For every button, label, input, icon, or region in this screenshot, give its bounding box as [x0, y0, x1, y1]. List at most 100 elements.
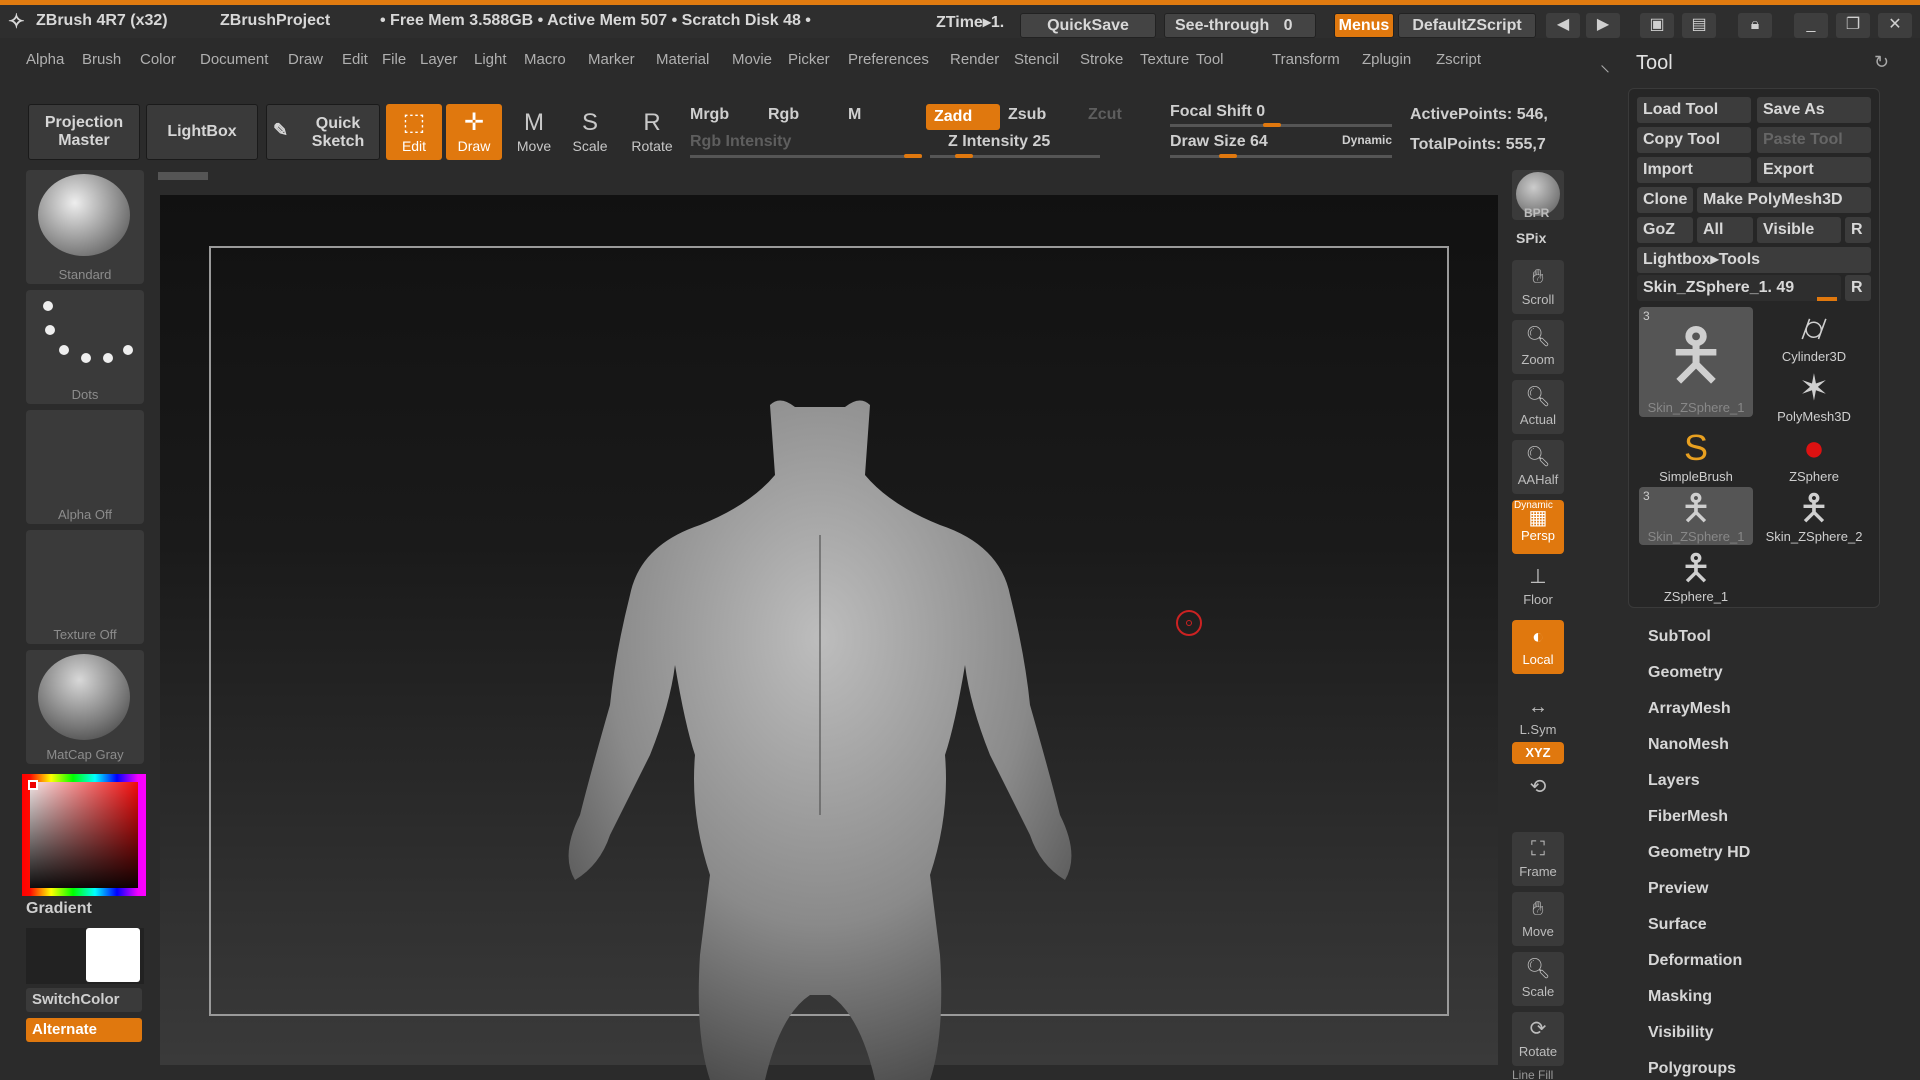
- sculpt-model[interactable]: [560, 395, 1080, 1080]
- layout-1-icon[interactable]: ▣: [1640, 13, 1674, 38]
- menu-draw[interactable]: Draw: [288, 51, 323, 68]
- spix-label[interactable]: SPix: [1516, 230, 1546, 246]
- section-masking[interactable]: Masking: [1648, 988, 1712, 1006]
- export-button[interactable]: Export: [1757, 157, 1871, 183]
- quick-sketch-button[interactable]: ✎ Quick Sketch: [266, 104, 380, 160]
- focal-shift-slider[interactable]: [1170, 124, 1392, 127]
- tool-r-button[interactable]: R: [1845, 275, 1871, 301]
- import-button[interactable]: Import: [1637, 157, 1751, 183]
- rgb-toggle[interactable]: Rgb: [768, 106, 799, 124]
- section-subtool[interactable]: SubTool: [1648, 628, 1711, 646]
- zsub-button[interactable]: Zsub: [1008, 106, 1046, 124]
- menu-color[interactable]: Color: [140, 51, 176, 68]
- menu-texture[interactable]: Texture: [1140, 51, 1189, 68]
- close-icon[interactable]: ✕: [1878, 13, 1912, 38]
- menu-zplugin[interactable]: Zplugin: [1362, 51, 1411, 68]
- tool-thumb[interactable]: S SimpleBrush: [1639, 427, 1753, 485]
- menus-button[interactable]: Menus: [1334, 13, 1394, 38]
- save-as-button[interactable]: Save As: [1757, 97, 1871, 123]
- tool-thumb[interactable]: ✶ PolyMesh3D: [1757, 367, 1871, 425]
- goz-visible-button[interactable]: Visible: [1757, 217, 1841, 243]
- m-toggle[interactable]: M: [848, 106, 861, 124]
- tool-thumb[interactable]: 3 🯅︎ Skin_ZSphere_1: [1639, 487, 1753, 545]
- floor-button[interactable]: ⊥ Floor: [1512, 560, 1564, 614]
- tool-thumb[interactable]: 🯅︎ Skin_ZSphere_2: [1757, 487, 1871, 545]
- menu-material[interactable]: Material: [656, 51, 709, 68]
- line-fill-label[interactable]: Line Fill: [1512, 1068, 1553, 1080]
- see-through-slider[interactable]: See-through 0: [1164, 13, 1316, 38]
- current-tool-slider[interactable]: Skin_ZSphere_1. 49: [1637, 275, 1841, 301]
- maximize-icon[interactable]: ❐: [1836, 13, 1870, 38]
- tool-thumb[interactable]: ● ZSphere: [1757, 427, 1871, 485]
- rotate-axis-buttons[interactable]: ⟲: [1512, 770, 1564, 820]
- dynamic-toggle[interactable]: Dynamic: [1342, 133, 1392, 147]
- refresh-icon[interactable]: ↻: [1874, 52, 1889, 73]
- section-arraymesh[interactable]: ArrayMesh: [1648, 700, 1731, 718]
- section-deformation[interactable]: Deformation: [1648, 952, 1742, 970]
- lightbox-button[interactable]: LightBox: [146, 104, 258, 160]
- menu-file[interactable]: File: [382, 51, 406, 68]
- switch-color-button[interactable]: SwitchColor: [26, 988, 142, 1012]
- clone-button[interactable]: Clone: [1637, 187, 1693, 213]
- frame-button[interactable]: ⛶ Frame: [1512, 832, 1564, 886]
- move-view-button[interactable]: ✋︎ Move: [1512, 892, 1564, 946]
- texture-picker[interactable]: Texture Off: [26, 530, 144, 644]
- section-layers[interactable]: Layers: [1648, 772, 1700, 790]
- draw-size-slider[interactable]: [1170, 155, 1392, 158]
- copy-tool-button[interactable]: Copy Tool: [1637, 127, 1751, 153]
- brush-picker[interactable]: Standard: [26, 170, 144, 284]
- menu-stroke[interactable]: Stroke: [1080, 51, 1123, 68]
- xyz-button[interactable]: XYZ: [1512, 742, 1564, 764]
- scroll-button[interactable]: ✋︎ Scroll: [1512, 260, 1564, 314]
- secondary-color-swatch[interactable]: [86, 928, 140, 982]
- lightbox-tools-button[interactable]: Lightbox▸Tools: [1637, 247, 1871, 273]
- tool-thumb[interactable]: ⌭ Cylinder3D: [1757, 307, 1871, 365]
- paste-tool-button[interactable]: Paste Tool: [1757, 127, 1871, 153]
- quicksave-button[interactable]: QuickSave: [1020, 13, 1156, 38]
- projection-master-button[interactable]: Projection Master: [28, 104, 140, 160]
- tool-thumb[interactable]: 3 🯅︎ Skin_ZSphere_1: [1639, 307, 1753, 417]
- palette-narrow-icon[interactable]: ◀︎: [1546, 13, 1580, 38]
- color-picker[interactable]: [22, 774, 146, 896]
- tool-thumb[interactable]: 🯅︎ ZSphere_1: [1639, 547, 1753, 605]
- gradient-label[interactable]: Gradient: [26, 900, 92, 918]
- menu-preferences[interactable]: Preferences: [848, 51, 929, 68]
- menu-movie[interactable]: Movie: [732, 51, 772, 68]
- persp-button[interactable]: Dynamic ▦ Persp: [1512, 500, 1564, 554]
- menu-transform[interactable]: Transform: [1272, 51, 1340, 68]
- menu-macro[interactable]: Macro: [524, 51, 566, 68]
- menu-tool[interactable]: Tool: [1196, 51, 1224, 68]
- bpr-button[interactable]: BPR: [1512, 170, 1564, 220]
- default-zscript-button[interactable]: DefaultZScript: [1398, 13, 1536, 38]
- lock-icon[interactable]: 🔒︎: [1738, 13, 1772, 38]
- menu-stencil[interactable]: Stencil: [1014, 51, 1059, 68]
- material-picker[interactable]: MatCap Gray: [26, 650, 144, 764]
- stroke-picker[interactable]: Dots: [26, 290, 144, 404]
- hue-ring[interactable]: [22, 774, 146, 896]
- alpha-picker[interactable]: Alpha Off: [26, 410, 144, 524]
- menu-alpha[interactable]: Alpha: [26, 51, 64, 68]
- edit-button[interactable]: ⬚ Edit: [386, 104, 442, 160]
- minimize-icon[interactable]: _: [1794, 13, 1828, 38]
- menu-picker[interactable]: Picker: [788, 51, 830, 68]
- lsym-button[interactable]: ↔ L.Sym: [1512, 690, 1564, 744]
- goz-all-button[interactable]: All: [1697, 217, 1753, 243]
- section-fibermesh[interactable]: FiberMesh: [1648, 808, 1728, 826]
- section-nanomesh[interactable]: NanoMesh: [1648, 736, 1729, 754]
- local-button[interactable]: ◐ Local: [1512, 620, 1564, 674]
- layout-2-icon[interactable]: ▤: [1682, 13, 1716, 38]
- section-preview[interactable]: Preview: [1648, 880, 1708, 898]
- menu-light[interactable]: Light: [474, 51, 507, 68]
- rotate-button[interactable]: R Rotate: [624, 104, 680, 160]
- zoom-button[interactable]: 🔍︎ Zoom: [1512, 320, 1564, 374]
- rgb-intensity-slider[interactable]: [690, 155, 922, 158]
- move-button[interactable]: M Move: [506, 104, 562, 160]
- section-geometry-hd[interactable]: Geometry HD: [1648, 844, 1750, 862]
- menu-brush[interactable]: Brush: [82, 51, 121, 68]
- section-visibility[interactable]: Visibility: [1648, 1024, 1714, 1042]
- menu-layer[interactable]: Layer: [420, 51, 458, 68]
- make-polymesh-button[interactable]: Make PolyMesh3D: [1697, 187, 1871, 213]
- section-polygroups[interactable]: Polygroups: [1648, 1060, 1736, 1078]
- rotate-view-button[interactable]: ⟳ Rotate: [1512, 1012, 1564, 1066]
- goz-button[interactable]: GoZ: [1637, 217, 1693, 243]
